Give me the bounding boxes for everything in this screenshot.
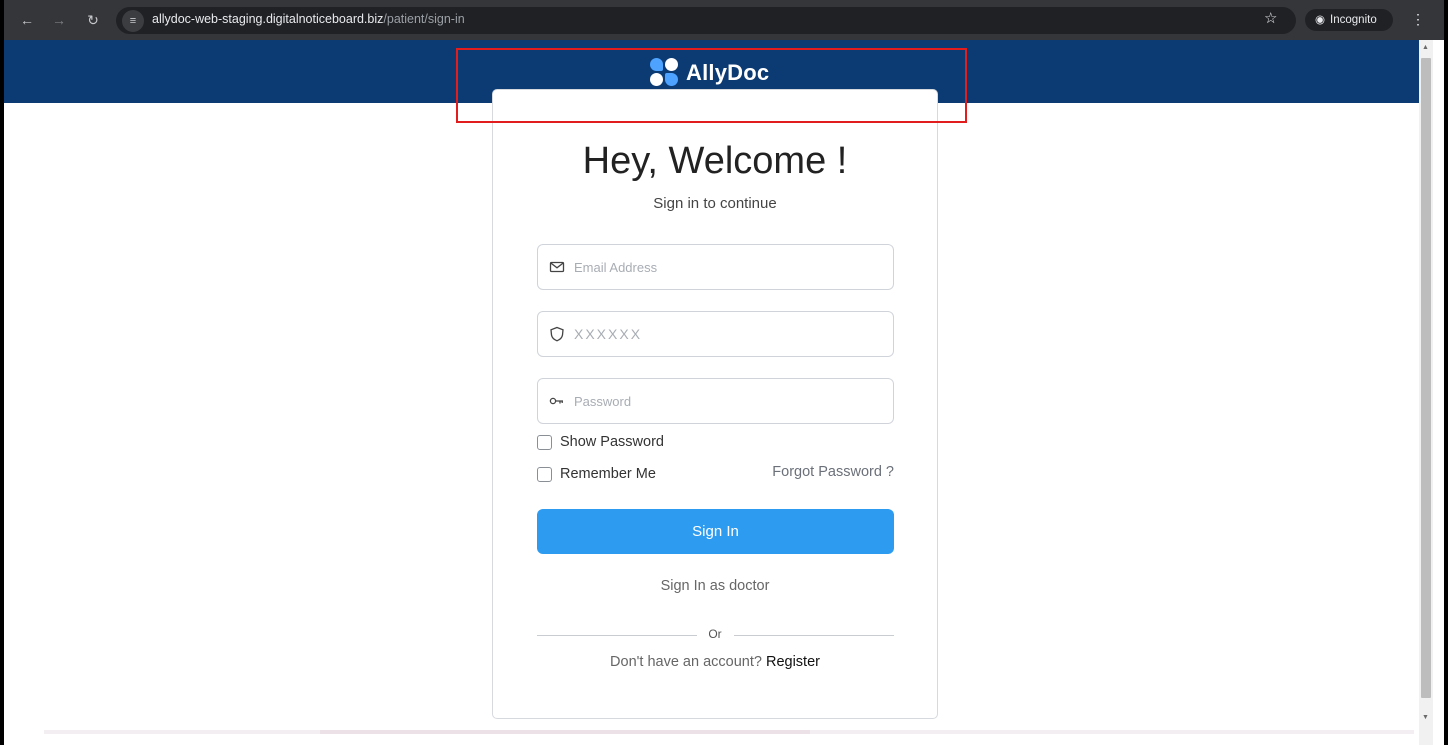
register-link[interactable]: Register xyxy=(766,654,820,670)
browser-toolbar: ← → ↻ ≡ allydoc-web-staging.digitalnotic… xyxy=(0,0,1448,40)
remember-me-label[interactable]: Remember Me xyxy=(560,466,656,482)
scroll-up-icon[interactable]: ▲ xyxy=(1422,44,1429,51)
remember-me-checkbox[interactable] xyxy=(537,466,552,482)
page-subtitle: Sign in to continue xyxy=(653,195,777,212)
sign-in-card: Hey, Welcome ! Sign in to continue S xyxy=(492,89,938,719)
page-title: Hey, Welcome ! xyxy=(582,140,848,182)
site-settings-icon[interactable]: ≡ xyxy=(122,10,144,32)
bookmark-star-icon[interactable]: ☆ xyxy=(1264,10,1277,28)
allydoc-logo-icon xyxy=(650,58,678,88)
reload-icon[interactable]: ↻ xyxy=(84,11,102,29)
back-icon[interactable]: ← xyxy=(18,11,36,29)
scroll-thumb[interactable] xyxy=(1421,58,1431,698)
brand-name: AllyDoc xyxy=(686,60,770,85)
incognito-badge[interactable]: ◉ Incognito xyxy=(1305,9,1393,31)
mail-icon xyxy=(549,261,565,273)
page-bottom-strip-shade xyxy=(320,730,810,734)
code-field[interactable] xyxy=(537,311,894,357)
brand-logo[interactable]: AllyDoc xyxy=(650,57,769,89)
show-password-checkbox[interactable] xyxy=(537,434,552,450)
page-viewport: AllyDoc Hey, Welcome ! Sign in to contin… xyxy=(0,40,1448,745)
menu-kebab-icon[interactable]: ⋮ xyxy=(1411,10,1425,28)
url-text[interactable]: allydoc-web-staging.digitalnoticeboard.b… xyxy=(152,12,465,26)
register-prompt: Don't have an account? Register xyxy=(493,654,937,670)
sign-in-as-doctor-link[interactable]: Sign In as doctor xyxy=(493,578,937,594)
or-separator: Or xyxy=(708,627,722,641)
shield-icon xyxy=(550,326,564,342)
show-password-row[interactable]: Show Password xyxy=(537,432,664,452)
email-field[interactable] xyxy=(537,244,894,290)
sign-in-button[interactable]: Sign In xyxy=(537,509,894,554)
address-bar[interactable]: ≡ allydoc-web-staging.digitalnoticeboard… xyxy=(116,7,1296,34)
password-field[interactable] xyxy=(537,378,894,424)
forgot-password-link[interactable]: Forgot Password ? xyxy=(769,464,894,480)
forward-icon[interactable]: → xyxy=(50,11,68,29)
no-account-text: Don't have an account? xyxy=(610,654,762,670)
password-input[interactable] xyxy=(574,379,884,423)
divider-right xyxy=(734,635,894,636)
scroll-down-icon[interactable]: ▼ xyxy=(1422,714,1429,721)
key-icon xyxy=(549,397,563,405)
show-password-label[interactable]: Show Password xyxy=(560,434,664,450)
code-input[interactable] xyxy=(574,312,884,356)
vertical-scrollbar[interactable]: ▲ ▼ xyxy=(1419,40,1433,745)
incognito-icon: ◉ xyxy=(1315,14,1326,26)
email-input[interactable] xyxy=(574,245,884,289)
remember-me-row[interactable]: Remember Me xyxy=(537,464,656,484)
